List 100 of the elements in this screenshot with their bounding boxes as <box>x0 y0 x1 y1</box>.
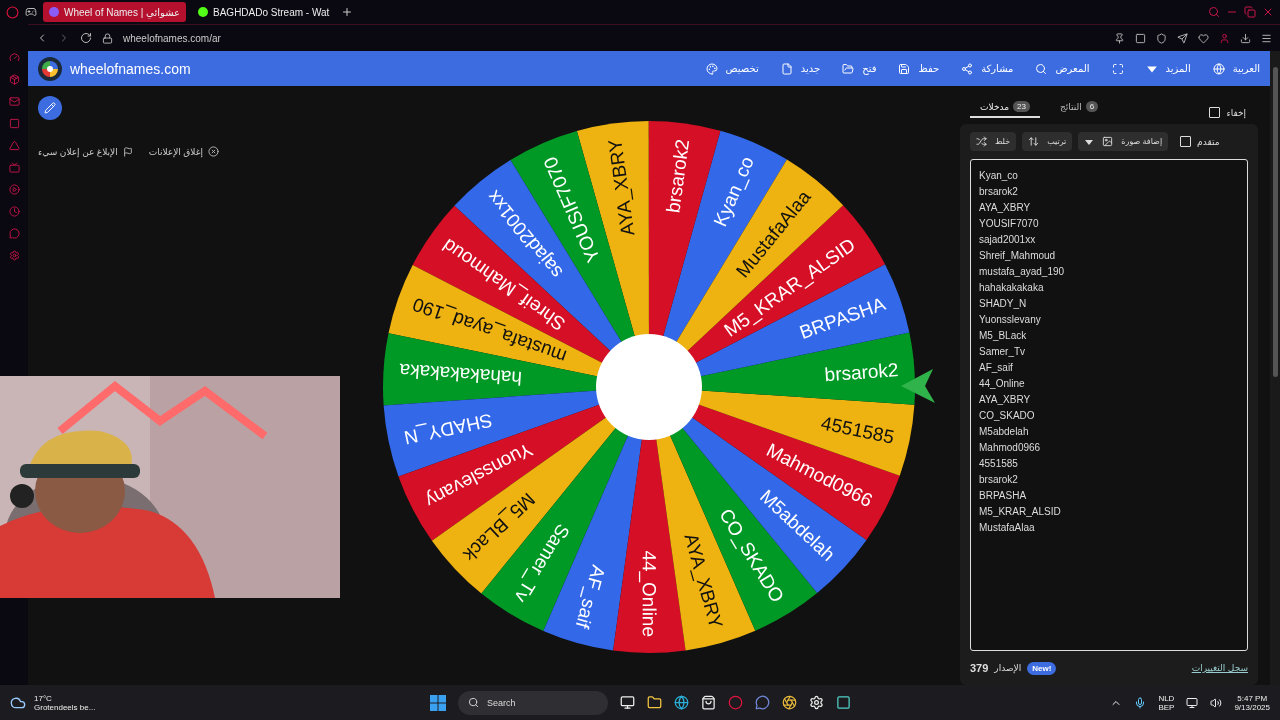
language-indicator[interactable]: BEP <box>1158 702 1175 712</box>
entry-text: YOUSIF7070 <box>979 217 1040 231</box>
search-icon <box>468 697 479 708</box>
count-badge: 23 <box>1013 101 1030 112</box>
entry-text: CO_SKADO <box>979 409 1036 423</box>
new-tab-icon[interactable] <box>341 6 354 18</box>
edit-button[interactable] <box>38 96 62 120</box>
count-badge: 6 <box>1085 101 1099 112</box>
nav-button[interactable]: فتح <box>842 62 877 75</box>
wheel-label: brsarok2 <box>823 359 900 386</box>
entry-text: Kyan_co <box>979 169 1019 183</box>
flag-icon <box>122 146 133 157</box>
shield-icon[interactable] <box>1156 32 1167 44</box>
tab-favicon-icon <box>198 7 209 17</box>
site-brand[interactable]: wheelofnames.com <box>70 60 191 77</box>
entry-text: Mahmod0966 <box>979 441 1042 455</box>
sort-icon <box>1028 136 1040 147</box>
address-field[interactable]: wheelofnames.com/ar <box>123 32 221 44</box>
chat-icon[interactable] <box>8 228 20 239</box>
package-icon[interactable] <box>8 74 20 85</box>
gauge-icon[interactable] <box>8 52 20 63</box>
wheel-label: 4551585 <box>819 412 896 448</box>
nav-button[interactable]: العربية <box>1212 62 1260 75</box>
gear-icon[interactable] <box>809 695 824 710</box>
nav-button[interactable]: المعرض <box>1035 62 1090 75</box>
pointer-arrow <box>901 369 935 403</box>
entry-text: brsarok2 <box>979 473 1019 487</box>
pencil-icon <box>44 102 56 114</box>
scrollbar-thumb[interactable] <box>1272 67 1278 377</box>
hide-checkbox[interactable]: إخفاء <box>1209 107 1246 118</box>
file-icon <box>780 62 793 75</box>
fullscreen-icon[interactable] <box>1111 62 1124 75</box>
gamepad-icon[interactable] <box>25 6 37 18</box>
close-ads-link[interactable]: إغلاق الإعلانات <box>148 146 219 157</box>
reload-icon[interactable] <box>80 32 92 44</box>
browser-tab[interactable]: BAGHDADo Stream - Wat <box>192 2 336 22</box>
wheel-label: SHADY_N <box>402 409 495 449</box>
nav-button[interactable]: المزيد <box>1145 62 1191 75</box>
entry-text: hahakakakaka <box>979 281 1045 295</box>
close-icon[interactable] <box>1262 6 1274 18</box>
pin-icon[interactable] <box>1114 32 1125 44</box>
weather-condition: Grotendeels be... <box>34 702 96 712</box>
sort-button[interactable]: ترتيب <box>1022 132 1073 151</box>
microphone-icon[interactable] <box>1134 696 1147 709</box>
settings-icon[interactable] <box>8 250 20 261</box>
entries-field[interactable] <box>970 159 1248 651</box>
triangle-icon[interactable] <box>8 140 20 151</box>
entry-text: Yuonsslevany <box>979 313 1042 327</box>
palette-icon <box>705 62 718 75</box>
chat-icon[interactable] <box>755 695 770 710</box>
wheel-label: brsarok2 <box>662 137 694 214</box>
mail-icon[interactable] <box>8 96 20 107</box>
site-logo-icon[interactable] <box>38 56 62 81</box>
aperture-icon[interactable] <box>782 695 797 710</box>
square-icon[interactable] <box>8 118 20 129</box>
nav-button[interactable]: مشاركة <box>961 62 1014 75</box>
browser-tab[interactable]: Wheel of Names | عشوائي <box>43 2 187 22</box>
folder-icon[interactable] <box>647 695 662 710</box>
entry-text: Shreif_Mahmoud <box>979 249 1057 263</box>
globe-icon[interactable] <box>674 695 689 710</box>
search-icon[interactable] <box>1208 6 1220 18</box>
folder-icon <box>842 62 855 75</box>
nav-button[interactable]: حفظ <box>898 62 940 75</box>
version-label: الإصدار <box>994 663 1022 673</box>
entry-text: brsarok2 <box>979 185 1019 199</box>
heart-icon[interactable] <box>1198 32 1209 44</box>
send-icon[interactable] <box>1177 32 1188 44</box>
close-icon <box>207 146 219 157</box>
clock-date[interactable]: 9/13/2025 <box>1234 702 1270 712</box>
entry-text: AF_saif <box>979 361 1014 375</box>
language-indicator[interactable]: NLD <box>1158 693 1175 703</box>
image-icon <box>1102 136 1114 147</box>
clock-time[interactable]: 5:47 PM <box>1237 693 1268 703</box>
entry-text: M5abdelah <box>979 425 1030 439</box>
store-icon[interactable] <box>701 695 716 710</box>
nav-button[interactable]: تخصيص <box>705 62 759 75</box>
wheel-label: AF_saif <box>571 562 610 631</box>
add-image-button[interactable]: إضافة صورة <box>1078 132 1169 151</box>
download-icon[interactable] <box>1240 32 1251 44</box>
new-badge: New! <box>1027 661 1057 675</box>
windows-logo-icon[interactable] <box>430 694 446 711</box>
version-number: 379 <box>970 662 989 674</box>
taskbar-search[interactable]: Search <box>458 690 608 715</box>
tab-favicon-icon <box>49 7 59 17</box>
shuffle-button[interactable]: خلط <box>970 132 1017 151</box>
wheel-label: 44_Online <box>638 550 660 637</box>
entry-text: AYA_XBRY <box>979 201 1032 215</box>
menu-icon[interactable] <box>1261 32 1272 44</box>
report-ad-link[interactable]: الإبلاغ عن إعلان سيء <box>38 146 133 157</box>
speaker-icon[interactable] <box>1210 696 1223 709</box>
wheel-hub[interactable] <box>596 334 702 440</box>
changelog-link[interactable]: سجل التغييرات <box>1191 663 1248 673</box>
entry-text: 44_Online <box>979 377 1026 391</box>
clock-icon[interactable] <box>8 206 20 217</box>
nav-button[interactable]: جديد <box>780 62 821 75</box>
wheel-label: AYA_XBRY <box>604 137 639 238</box>
entry-text: M5_KRAR_ALSID <box>979 505 1062 519</box>
entry-text: BRPASHA <box>979 489 1028 503</box>
advanced-checkbox[interactable]: متقدم <box>1180 136 1220 147</box>
globe-icon <box>1212 62 1225 75</box>
